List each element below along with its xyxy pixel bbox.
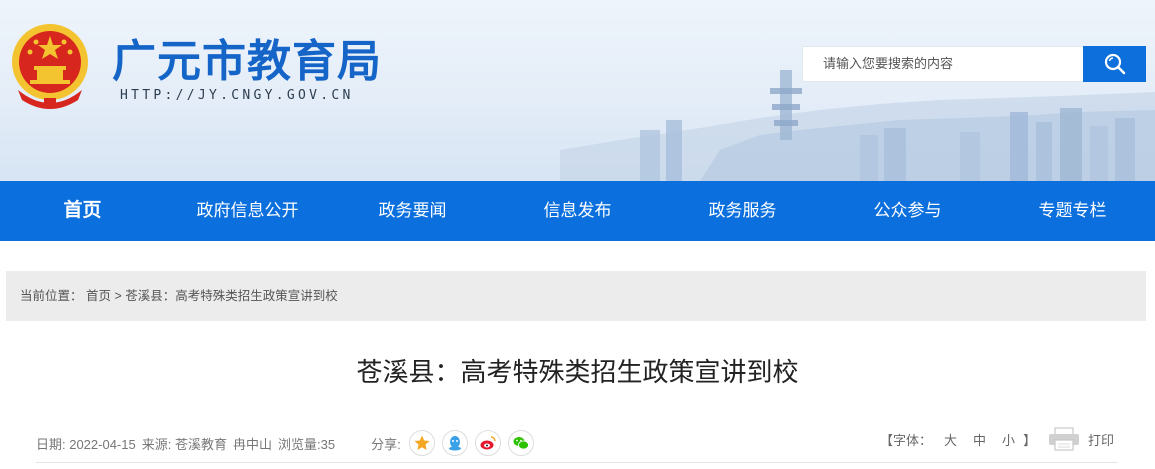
national-emblem-icon <box>12 24 88 109</box>
nav-item-services[interactable]: 政务服务 <box>660 181 825 241</box>
font-size-label: 【字体： <box>880 432 933 448</box>
share-qzone-button[interactable] <box>408 430 435 456</box>
article-source: 来源: 苍溪教育 <box>141 436 227 452</box>
article-meta: 日期: 2022-04-15 来源: 苍溪教育 冉中山 浏览量:35 分享: <box>36 428 541 458</box>
printer-icon <box>1049 427 1079 451</box>
main-nav: 首页 政府信息公开 政务要闻 信息发布 政务服务 公众参与 专题专栏 <box>0 181 1155 241</box>
search-button[interactable] <box>1083 46 1146 82</box>
print-label: 打印 <box>1088 432 1115 448</box>
nav-item-topics[interactable]: 专题专栏 <box>990 181 1155 241</box>
article-author: 冉中山 <box>232 436 272 452</box>
search-icon <box>1104 53 1125 75</box>
share-label: 分享: <box>371 436 401 452</box>
share-wechat-button[interactable] <box>507 430 534 456</box>
wechat-icon <box>513 437 529 450</box>
article-date: 日期: 2022-04-15 <box>36 436 136 452</box>
share-qq-button[interactable] <box>441 430 468 456</box>
nav-item-participation[interactable]: 公众参与 <box>825 181 990 241</box>
font-size-controls: 【字体： 大 中 小 】 <box>880 428 1036 450</box>
breadcrumb-current-link[interactable]: 苍溪县：高考特殊类招生政策宣讲到校 <box>125 289 338 303</box>
share-weibo-button[interactable] <box>474 430 501 456</box>
breadcrumb-home-link[interactable]: 首页 <box>86 289 111 303</box>
article-title: 苍溪县：高考特殊类招生政策宣讲到校 <box>356 357 799 387</box>
site-title: 广元市教育局 <box>112 36 382 87</box>
site-header: 广元市教育局 HTTP://JY.CNGY.GOV.CN 请输入您要搜索的内容 <box>0 0 1155 181</box>
font-size-large[interactable]: 大 <box>944 430 957 449</box>
font-size-close-bracket: 】 <box>1023 432 1037 448</box>
breadcrumb-prefix: 当前位置： <box>20 289 83 303</box>
nav-item-gov-info[interactable]: 政府信息公开 <box>165 181 330 241</box>
nav-item-announcements[interactable]: 信息发布 <box>495 181 660 241</box>
article-views: 浏览量:35 <box>277 436 336 452</box>
print-button[interactable]: 打印 <box>1048 426 1114 452</box>
nav-item-home[interactable]: 首页 <box>0 181 165 241</box>
font-size-medium[interactable]: 中 <box>973 430 986 449</box>
nav-item-news[interactable]: 政务要闻 <box>330 181 495 241</box>
breadcrumb: 当前位置： 首页 > 苍溪县：高考特殊类招生政策宣讲到校 <box>6 271 1146 321</box>
weibo-icon <box>480 436 496 450</box>
site-url: HTTP://JY.CNGY.GOV.CN <box>120 88 354 103</box>
search-input[interactable]: 请输入您要搜索的内容 <box>802 46 1084 82</box>
breadcrumb-separator: > <box>114 289 122 303</box>
font-size-small[interactable]: 小 <box>1002 430 1015 449</box>
qzone-icon <box>414 435 430 450</box>
qq-icon <box>448 436 461 451</box>
meta-divider <box>36 462 1118 463</box>
